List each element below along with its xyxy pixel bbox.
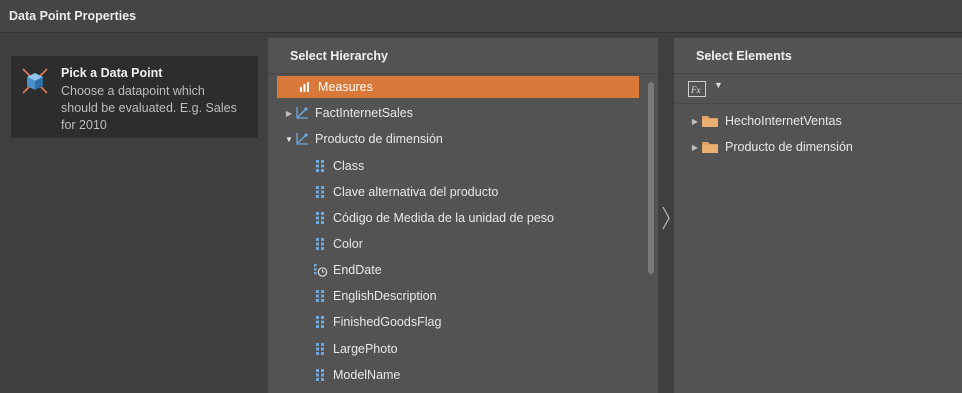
data-point-cube-icon [22, 68, 48, 94]
hierarchy-icon [316, 212, 324, 224]
tree-item-label: EndDate [333, 263, 382, 277]
tree-item-label: LargePhoto [333, 342, 398, 356]
elements-panel-header: Select Elements [674, 38, 962, 74]
fx-icon[interactable]: Fx [688, 81, 706, 97]
tree-item-label: Color [333, 237, 363, 251]
hierarchy-icon [316, 160, 324, 172]
tree-item-clave-alternativa[interactable]: Clave alternativa del producto [312, 181, 642, 203]
tree-item-label: FactInternetSales [315, 106, 413, 120]
element-item-producto-de-dimension[interactable]: ▶ Producto de dimensión [690, 136, 950, 158]
tree-item-label: Measures [318, 80, 373, 94]
tree-item-modelname[interactable]: ModelName [312, 364, 642, 386]
tree-item-label: Class [333, 159, 365, 173]
tree-item-class[interactable]: Class [312, 155, 642, 177]
tree-item-label: Clave alternativa del producto [333, 185, 499, 199]
tree-item-largephoto[interactable]: LargePhoto [312, 338, 642, 360]
hierarchy-panel-title: Select Hierarchy [290, 49, 388, 63]
tree-item-englishdescription[interactable]: EnglishDescription [312, 285, 642, 307]
tree-item-measures[interactable]: Measures [277, 76, 639, 98]
tree-item-label: Código de Medida de la unidad de peso [333, 211, 555, 225]
bar-chart-icon [300, 82, 309, 92]
expand-arrow-icon[interactable]: ▶ [690, 142, 700, 152]
tree-item-producto-de-dimension[interactable]: ▼ Producto de dimensión [284, 128, 644, 150]
element-item-label: HechoInternetVentas [725, 114, 842, 128]
hierarchy-icon [316, 369, 324, 381]
chevron-right-icon[interactable] [661, 206, 671, 230]
element-item-label: Producto de dimensión [725, 140, 853, 154]
hierarchy-icon [316, 186, 324, 198]
hierarchy-icon [316, 343, 324, 355]
title-bar: Data Point Properties [0, 0, 962, 33]
elements-toolbar: Fx ▼ [674, 75, 962, 104]
time-hierarchy-icon [314, 264, 328, 277]
svg-text:Fx: Fx [690, 85, 701, 95]
tree-item-enddate[interactable]: EndDate [312, 259, 642, 281]
elements-panel-title: Select Elements [696, 49, 792, 63]
tree-item-codigo-de-medida[interactable]: Código de Medida de la unidad de peso [312, 207, 642, 229]
hierarchy-panel-header: Select Hierarchy [268, 38, 658, 74]
hierarchy-scrollbar[interactable] [648, 82, 654, 274]
folder-icon [702, 116, 718, 127]
hierarchy-icon [316, 316, 324, 328]
tree-item-label: FinishedGoodsFlag [333, 315, 442, 329]
chevron-down-icon[interactable]: ▼ [714, 80, 723, 90]
tree-item-label: EnglishDescription [333, 289, 437, 303]
tree-item-finishedgoodsflag[interactable]: FinishedGoodsFlag [312, 311, 642, 333]
select-elements-panel: Select Elements Fx ▼ [674, 38, 962, 393]
expand-arrow-icon[interactable]: ▶ [690, 116, 700, 126]
tree-item-label: Producto de dimensión [315, 132, 443, 146]
tree-item-factinternetsales[interactable]: ▶ FactInternetSales [284, 102, 644, 124]
dimension-icon [296, 133, 308, 145]
expand-arrow-icon[interactable]: ▶ [284, 108, 294, 118]
hierarchy-icon [316, 290, 324, 302]
tree-item-color[interactable]: Color [312, 233, 642, 255]
window-title: Data Point Properties [9, 9, 137, 23]
tree-item-label: ModelName [333, 368, 401, 382]
step-title: Pick a Data Point [61, 66, 163, 80]
dimension-icon [296, 107, 308, 119]
panel-splitter[interactable] [658, 38, 674, 393]
step-pick-data-point[interactable]: Pick a Data Point Choose a datapoint whi… [11, 56, 258, 138]
step-description: Choose a datapoint which should be evalu… [61, 84, 237, 132]
element-item-hechointernetventas[interactable]: ▶ HechoInternetVentas [690, 110, 950, 132]
hierarchy-icon [316, 238, 324, 250]
collapse-arrow-icon[interactable]: ▼ [284, 134, 294, 144]
folder-icon [702, 142, 718, 153]
